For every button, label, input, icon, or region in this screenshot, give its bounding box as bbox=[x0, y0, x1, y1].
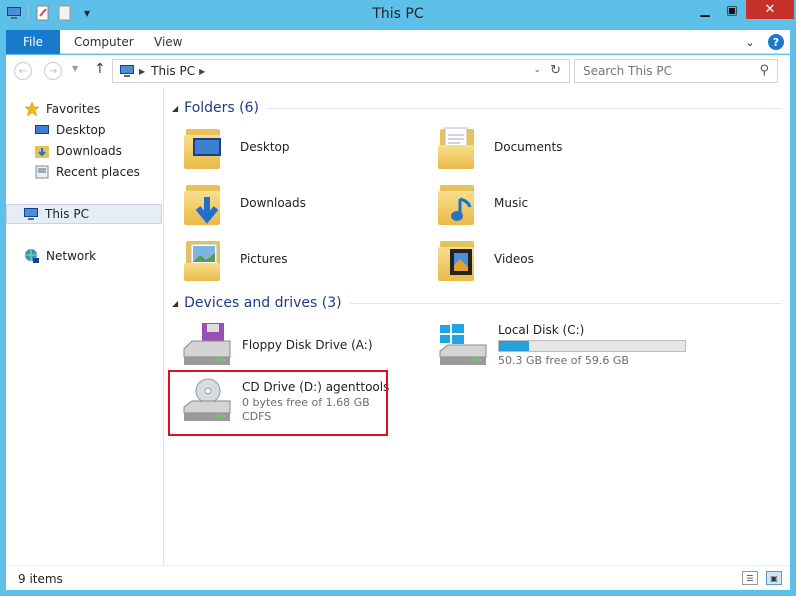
drive-tile-floppy[interactable]: Floppy Disk Drive (A:) bbox=[180, 321, 373, 369]
folder-tile-videos[interactable]: Videos bbox=[436, 235, 534, 283]
address-field[interactable]: ▶ This PC ▶ ⌄ ↻ bbox=[112, 59, 570, 83]
tab-view[interactable]: View bbox=[154, 30, 182, 54]
folder-tile-documents[interactable]: Documents bbox=[436, 123, 562, 171]
address-bar-row: ← → ▼ ↑ ▶ This PC ▶ ⌄ ↻ ⚲ bbox=[6, 55, 790, 87]
nav-label: Downloads bbox=[56, 144, 122, 158]
breadcrumb-this-pc[interactable]: This PC bbox=[151, 64, 195, 78]
collapse-arrow-icon[interactable]: ◢ bbox=[172, 299, 178, 308]
breadcrumb-chevron-icon[interactable]: ▶ bbox=[199, 67, 205, 76]
ribbon-right-controls: ⌄ ? bbox=[742, 34, 784, 50]
network-icon bbox=[24, 248, 40, 264]
nav-label: Favorites bbox=[46, 102, 101, 116]
back-button[interactable]: ← bbox=[14, 62, 32, 80]
search-input[interactable] bbox=[583, 64, 753, 78]
ribbon: File Computer View ⌄ ? bbox=[6, 30, 790, 54]
help-icon[interactable]: ? bbox=[768, 34, 784, 50]
close-button[interactable]: ✕ bbox=[746, 0, 794, 19]
group-divider bbox=[267, 107, 782, 109]
folders-group-header[interactable]: ◢ Folders (6) bbox=[172, 100, 782, 116]
item-count: 9 items bbox=[18, 572, 63, 586]
downloads-folder-icon bbox=[182, 179, 232, 227]
desktop-folder-icon bbox=[182, 123, 232, 171]
breadcrumb-chevron-icon[interactable]: ▶ bbox=[139, 67, 145, 76]
nav-label: Desktop bbox=[56, 123, 106, 137]
collapse-arrow-icon[interactable]: ◢ bbox=[172, 104, 178, 113]
navigation-pane: Favorites Desktop Downloads Recent place… bbox=[6, 87, 164, 565]
folder-label: Downloads bbox=[240, 196, 306, 210]
folder-tile-downloads[interactable]: Downloads bbox=[182, 179, 306, 227]
music-folder-icon bbox=[436, 179, 486, 227]
group-title: Folders (6) bbox=[184, 100, 259, 116]
expand-ribbon-icon[interactable]: ⌄ bbox=[742, 34, 758, 50]
recent-places-icon bbox=[34, 164, 50, 180]
window-controls: ▁ ▣ ✕ bbox=[691, 0, 794, 19]
up-button[interactable]: ↑ bbox=[94, 61, 106, 77]
folder-tile-pictures[interactable]: Pictures bbox=[182, 235, 288, 283]
computer-icon bbox=[119, 64, 135, 78]
nav-item-favorites[interactable]: Favorites bbox=[24, 99, 180, 119]
drive-label: Floppy Disk Drive (A:) bbox=[242, 338, 373, 352]
folder-label: Music bbox=[494, 196, 529, 210]
nav-item-this-pc[interactable]: This PC bbox=[6, 204, 162, 224]
folder-tile-desktop[interactable]: Desktop bbox=[182, 123, 290, 171]
forward-button[interactable]: → bbox=[44, 62, 62, 80]
address-dropdown-icon[interactable]: ⌄ bbox=[533, 65, 541, 75]
search-icon[interactable]: ⚲ bbox=[759, 63, 769, 78]
folder-tile-music[interactable]: Music bbox=[436, 179, 528, 227]
nav-label: Network bbox=[46, 249, 97, 263]
tab-file[interactable]: File bbox=[6, 30, 60, 54]
drive-tile-local-disk[interactable]: Local Disk (C:) 50.3 GB free of 59.6 GB bbox=[436, 321, 686, 369]
nav-label: Recent places bbox=[56, 165, 140, 179]
folder-label: Documents bbox=[494, 140, 563, 154]
folder-label: Pictures bbox=[240, 252, 288, 266]
drive-info: Local Disk (C:) 50.3 GB free of 59.6 GB bbox=[498, 323, 686, 367]
star-icon bbox=[24, 101, 40, 117]
nav-label: This PC bbox=[45, 207, 89, 221]
search-box[interactable]: ⚲ bbox=[574, 59, 778, 83]
floppy-drive-icon bbox=[180, 321, 234, 369]
nav-item-network[interactable]: Network bbox=[24, 246, 180, 266]
view-switcher: ☰ ▣ bbox=[742, 571, 782, 585]
refresh-icon[interactable]: ↻ bbox=[550, 63, 561, 78]
local-disk-icon bbox=[436, 321, 490, 369]
details-view-icon[interactable]: ☰ bbox=[742, 571, 758, 585]
tab-computer[interactable]: Computer bbox=[74, 30, 134, 54]
minimize-button[interactable]: ▁ bbox=[692, 0, 718, 19]
pictures-folder-icon bbox=[182, 235, 232, 283]
window-title: This PC bbox=[372, 6, 424, 22]
documents-folder-icon bbox=[436, 123, 486, 171]
folder-label: Videos bbox=[494, 252, 534, 266]
maximize-button[interactable]: ▣ bbox=[719, 0, 745, 19]
selection-highlight-box bbox=[168, 370, 388, 436]
disk-usage-bar bbox=[498, 340, 686, 352]
recent-locations-icon[interactable]: ▼ bbox=[72, 64, 78, 73]
content-pane: ◢ Folders (6) Desktop Documents Download… bbox=[164, 87, 790, 565]
downloads-icon bbox=[34, 143, 50, 159]
group-divider bbox=[349, 302, 782, 304]
large-icons-view-icon[interactable]: ▣ bbox=[766, 571, 782, 585]
status-bar: 9 items ☰ ▣ bbox=[6, 565, 790, 590]
desktop-icon bbox=[34, 122, 50, 138]
title-bar: ▾ This PC ▁ ▣ ✕ bbox=[0, 0, 796, 30]
videos-folder-icon bbox=[436, 235, 486, 283]
drive-free-space: 50.3 GB free of 59.6 GB bbox=[498, 354, 629, 367]
explorer-window: ▾ This PC ▁ ▣ ✕ File Computer View ⌄ ? ←… bbox=[0, 0, 796, 596]
group-title: Devices and drives (3) bbox=[184, 295, 342, 311]
disk-usage-fill bbox=[499, 341, 529, 351]
computer-icon bbox=[23, 206, 39, 222]
devices-group-header[interactable]: ◢ Devices and drives (3) bbox=[172, 295, 782, 311]
drive-label: Local Disk (C:) bbox=[498, 323, 585, 337]
folder-label: Desktop bbox=[240, 140, 290, 154]
